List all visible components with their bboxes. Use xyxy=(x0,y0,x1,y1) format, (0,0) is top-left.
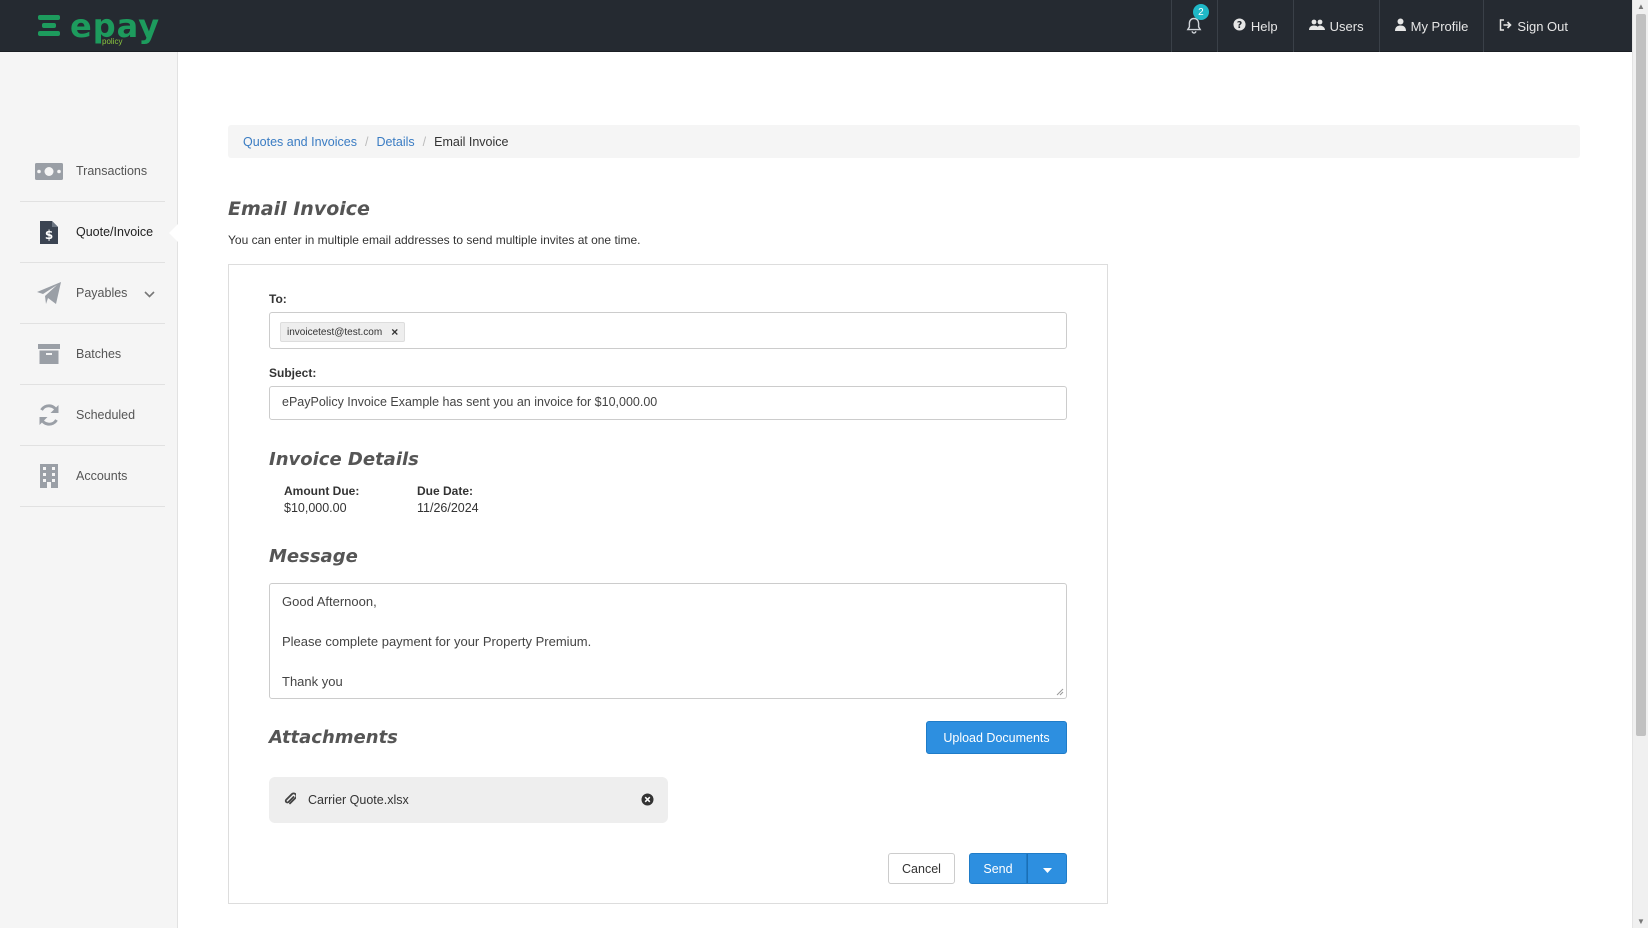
send-options-dropdown-button[interactable] xyxy=(1027,853,1067,884)
chevron-down-icon[interactable] xyxy=(144,287,155,301)
page-description: You can enter in multiple email addresse… xyxy=(228,233,641,247)
users-icon xyxy=(1308,19,1325,34)
sidebar-item-payables[interactable]: Payables xyxy=(20,263,165,324)
resize-handle-icon[interactable] xyxy=(1054,686,1064,696)
sidebar-item-label: Quote/Invoice xyxy=(76,225,154,239)
invoice-dollar-icon: $ xyxy=(34,220,64,244)
upload-documents-button[interactable]: Upload Documents xyxy=(926,721,1067,754)
sidebar-item-batches[interactable]: Batches xyxy=(20,324,165,385)
breadcrumb-separator: / xyxy=(422,134,427,149)
amount-due-label: Amount Due: xyxy=(284,484,360,498)
help-link[interactable]: ? Help xyxy=(1216,0,1293,52)
recipient-email: invoicetest@test.com xyxy=(287,326,383,338)
message-textarea[interactable]: Good Afternoon, Please complete payment … xyxy=(269,583,1067,699)
my-profile-link[interactable]: My Profile xyxy=(1378,0,1484,52)
sign-out-label: Sign Out xyxy=(1517,18,1568,34)
sidebar-item-quote-invoice[interactable]: $ Quote/Invoice xyxy=(20,202,178,263)
sidebar-item-label: Transactions xyxy=(76,164,148,178)
attachments-heading: Attachments xyxy=(269,727,398,748)
email-invoice-form: To: invoicetest@test.com × Subject: ePay… xyxy=(228,264,1108,904)
recipient-tag: invoicetest@test.com × xyxy=(280,322,406,342)
scroll-up-arrow-icon[interactable]: ▲ xyxy=(1637,2,1645,11)
svg-text:$: $ xyxy=(45,228,53,242)
to-label: To: xyxy=(269,292,287,306)
due-date-label: Due Date: xyxy=(417,484,474,498)
scrollbar-thumb[interactable] xyxy=(1636,14,1646,736)
brand-sub: policy xyxy=(102,37,123,46)
sidebar-item-label: Batches xyxy=(76,347,122,361)
to-recipients-input[interactable]: invoicetest@test.com × xyxy=(269,312,1067,349)
top-navbar: epay policy 2 ? Help Users My Profile Si… xyxy=(0,0,1632,52)
sidebar-item-scheduled[interactable]: Scheduled xyxy=(20,385,165,446)
send-button[interactable]: Send xyxy=(969,853,1027,884)
question-circle-icon: ? xyxy=(1233,18,1246,34)
notifications-button[interactable]: 2 xyxy=(1170,0,1217,52)
breadcrumb-current: Email Invoice xyxy=(434,134,509,149)
amount-due-value: $10,000.00 xyxy=(284,501,347,515)
user-icon xyxy=(1394,18,1406,34)
attachment-item: Carrier Quote.xlsx xyxy=(269,777,668,823)
message-line: Thank you xyxy=(282,674,343,689)
invoice-details-heading: Invoice Details xyxy=(269,449,419,470)
sidebar: Transactions $ Quote/Invoice Payables Ba… xyxy=(0,52,178,928)
notification-badge: 2 xyxy=(1192,4,1209,20)
sidebar-item-label: Payables xyxy=(76,286,128,300)
help-label: Help xyxy=(1250,18,1278,34)
breadcrumb-quotes-and-invoices[interactable]: Quotes and Invoices xyxy=(243,135,357,149)
sidebar-item-label: Scheduled xyxy=(76,408,136,422)
subject-input[interactable]: ePayPolicy Invoice Example has sent you … xyxy=(269,386,1067,420)
sign-out-icon xyxy=(1499,18,1513,34)
breadcrumb-details[interactable]: Details xyxy=(376,135,414,149)
logo-mark-icon xyxy=(38,15,62,37)
due-date-value: 11/26/2024 xyxy=(417,501,479,515)
scroll-down-arrow-icon[interactable]: ▼ xyxy=(1637,917,1645,926)
sidebar-item-transactions[interactable]: Transactions xyxy=(20,141,165,202)
breadcrumb: Quotes and Invoices / Details / Email In… xyxy=(228,125,1580,158)
remove-attachment-icon[interactable] xyxy=(641,793,654,809)
my-profile-label: My Profile xyxy=(1410,18,1469,34)
caret-down-icon xyxy=(1042,862,1052,876)
svg-text:?: ? xyxy=(1237,20,1242,31)
brand-logo[interactable]: epay policy xyxy=(36,7,159,46)
paper-plane-icon xyxy=(34,282,64,304)
message-line: Good Afternoon, xyxy=(282,594,377,609)
subject-label: Subject: xyxy=(269,366,317,380)
page-title: Email Invoice xyxy=(228,198,370,220)
sync-icon xyxy=(34,403,64,427)
paperclip-icon xyxy=(284,792,298,809)
archive-box-icon xyxy=(34,344,64,364)
sidebar-item-accounts[interactable]: Accounts xyxy=(20,446,165,507)
top-nav-right: 2 ? Help Users My Profile Sign Out xyxy=(1170,0,1632,52)
building-icon xyxy=(34,464,64,488)
message-heading: Message xyxy=(269,546,358,567)
cancel-button[interactable]: Cancel xyxy=(888,853,955,884)
sign-out-link[interactable]: Sign Out xyxy=(1483,0,1632,52)
message-line: Please complete payment for your Propert… xyxy=(282,634,592,649)
users-label: Users xyxy=(1329,18,1364,34)
remove-recipient-icon[interactable]: × xyxy=(391,325,398,339)
page-scrollbar[interactable]: ▲ ▼ xyxy=(1632,0,1648,928)
attachment-filename: Carrier Quote.xlsx xyxy=(308,793,409,807)
money-bill-icon xyxy=(34,162,64,180)
users-link[interactable]: Users xyxy=(1292,0,1379,52)
sidebar-item-label: Accounts xyxy=(76,469,128,483)
breadcrumb-separator: / xyxy=(364,134,369,149)
